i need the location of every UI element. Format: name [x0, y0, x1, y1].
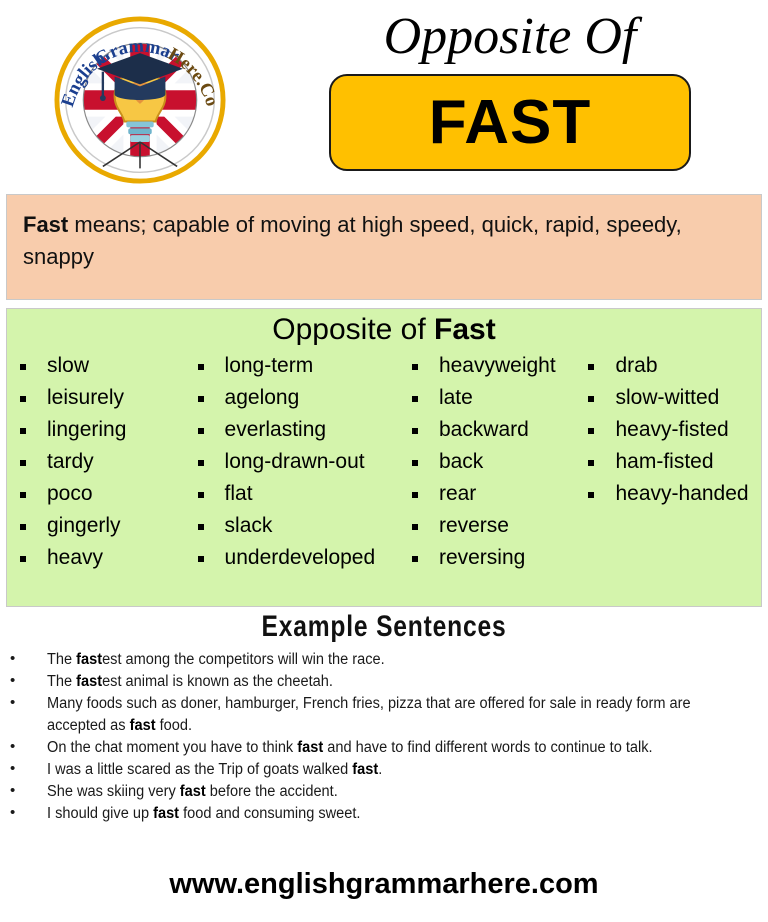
- word-item: underdeveloped: [193, 542, 399, 574]
- sentence-keyword: fast: [352, 760, 379, 778]
- page-title: Opposite Of: [383, 8, 637, 65]
- sentence-keyword: fast: [129, 716, 156, 734]
- sentence-keyword: fast: [297, 738, 324, 756]
- word-item: heavy-handed: [583, 478, 761, 510]
- word-item: long-drawn-out: [193, 446, 399, 478]
- word-item: lingering: [15, 414, 185, 446]
- example-sentence: She was skiing very fast before the acci…: [0, 780, 754, 803]
- sentence-pre: She was skiing very: [47, 782, 180, 800]
- example-sentences-list: The fastest among the competitors will w…: [0, 648, 768, 825]
- example-sentence: I was a little scared as the Trip of goa…: [0, 758, 754, 781]
- opposites-column-4: drab slow-witted heavy-fisted ham-fisted…: [575, 350, 761, 510]
- example-sentence: Many foods such as doner, hamburger, Fre…: [0, 692, 754, 737]
- sentence-keyword: fast: [153, 804, 180, 822]
- word-item: back: [407, 446, 576, 478]
- example-sentences-section: Example Sentences The fastest among the …: [0, 610, 768, 825]
- opposites-box: Opposite of Fast slow leisurely lingerin…: [6, 308, 762, 607]
- title-block: Opposite Of FAST: [300, 8, 720, 172]
- opposites-column-3: heavyweight late backward back rear reve…: [399, 350, 576, 574]
- sentence-keyword: fast: [76, 672, 103, 690]
- word-list-2: long-term agelong everlasting long-drawn…: [193, 350, 399, 574]
- sentence-pre: I should give up: [47, 804, 154, 822]
- sentence-post: est among the competitors will win the r…: [102, 650, 385, 668]
- word-item: reversing: [407, 542, 576, 574]
- headword-badge: FAST: [329, 74, 691, 172]
- word-item: slow: [15, 350, 185, 382]
- sentence-keyword: fast: [76, 650, 103, 668]
- definition-text: Fast means; capable of moving at high sp…: [23, 209, 745, 273]
- word-item: heavy: [15, 542, 185, 574]
- word-item: slack: [193, 510, 399, 542]
- example-sentence: The fastest animal is known as the cheet…: [0, 670, 754, 693]
- example-sentence: I should give up fast food and consuming…: [0, 802, 754, 825]
- site-logo: English Grammar Here.Com: [42, 14, 238, 186]
- opposites-heading-prefix: Opposite of: [272, 313, 435, 346]
- opposites-heading-term: Fast: [434, 313, 496, 346]
- word-item: drab: [583, 350, 761, 382]
- word-item: ham-fisted: [583, 446, 761, 478]
- opposites-columns: slow leisurely lingering tardy poco ging…: [7, 346, 761, 574]
- word-item: slow-witted: [583, 382, 761, 414]
- opposites-column-2: long-term agelong everlasting long-drawn…: [185, 350, 399, 574]
- word-item: tardy: [15, 446, 185, 478]
- sentence-post: and have to find different words to cont…: [323, 738, 653, 756]
- definition-box: Fast means; capable of moving at high sp…: [6, 194, 762, 300]
- sentence-post: food and consuming sweet.: [179, 804, 361, 822]
- word-item: flat: [193, 478, 399, 510]
- page-header: English Grammar Here.Com Opposite Of FAS…: [0, 0, 768, 193]
- word-list-3: heavyweight late backward back rear reve…: [407, 350, 576, 574]
- word-item: late: [407, 382, 576, 414]
- sentence-post: est animal is known as the cheetah.: [102, 672, 333, 690]
- sentence-post: food.: [155, 716, 193, 734]
- sentence-post: before the accident.: [205, 782, 338, 800]
- example-sentence: The fastest among the competitors will w…: [0, 648, 754, 671]
- word-item: leisurely: [15, 382, 185, 414]
- sentence-pre: I was a little scared as the Trip of goa…: [47, 760, 353, 778]
- word-item: heavyweight: [407, 350, 576, 382]
- example-sentences-heading: Example Sentences: [261, 610, 507, 643]
- word-list-1: slow leisurely lingering tardy poco ging…: [15, 350, 185, 574]
- definition-term: Fast: [23, 212, 69, 237]
- opposites-column-1: slow leisurely lingering tardy poco ging…: [7, 350, 185, 574]
- sentence-pre: On the chat moment you have to think: [47, 738, 298, 756]
- word-item: everlasting: [193, 414, 399, 446]
- headword-text: FAST: [428, 87, 592, 157]
- site-url[interactable]: www.englishgrammarhere.com: [169, 868, 598, 900]
- word-item: heavy-fisted: [583, 414, 761, 446]
- sentence-post: .: [378, 760, 383, 778]
- word-list-4: drab slow-witted heavy-fisted ham-fisted…: [583, 350, 761, 510]
- word-item: agelong: [193, 382, 399, 414]
- word-item: long-term: [193, 350, 399, 382]
- word-item: rear: [407, 478, 576, 510]
- sentence-pre: The: [47, 650, 77, 668]
- word-item: reverse: [407, 510, 576, 542]
- page-footer: www.englishgrammarhere.com: [0, 868, 768, 901]
- word-item: poco: [15, 478, 185, 510]
- opposites-heading: Opposite of Fast: [7, 309, 761, 346]
- word-item: gingerly: [15, 510, 185, 542]
- example-sentence: On the chat moment you have to think fas…: [0, 736, 754, 759]
- definition-rest: means; capable of moving at high speed, …: [23, 212, 682, 269]
- logo-badge-icon: English Grammar Here.Com: [42, 14, 226, 184]
- sentence-keyword: fast: [179, 782, 206, 800]
- word-item: backward: [407, 414, 576, 446]
- sentence-pre: The: [47, 672, 77, 690]
